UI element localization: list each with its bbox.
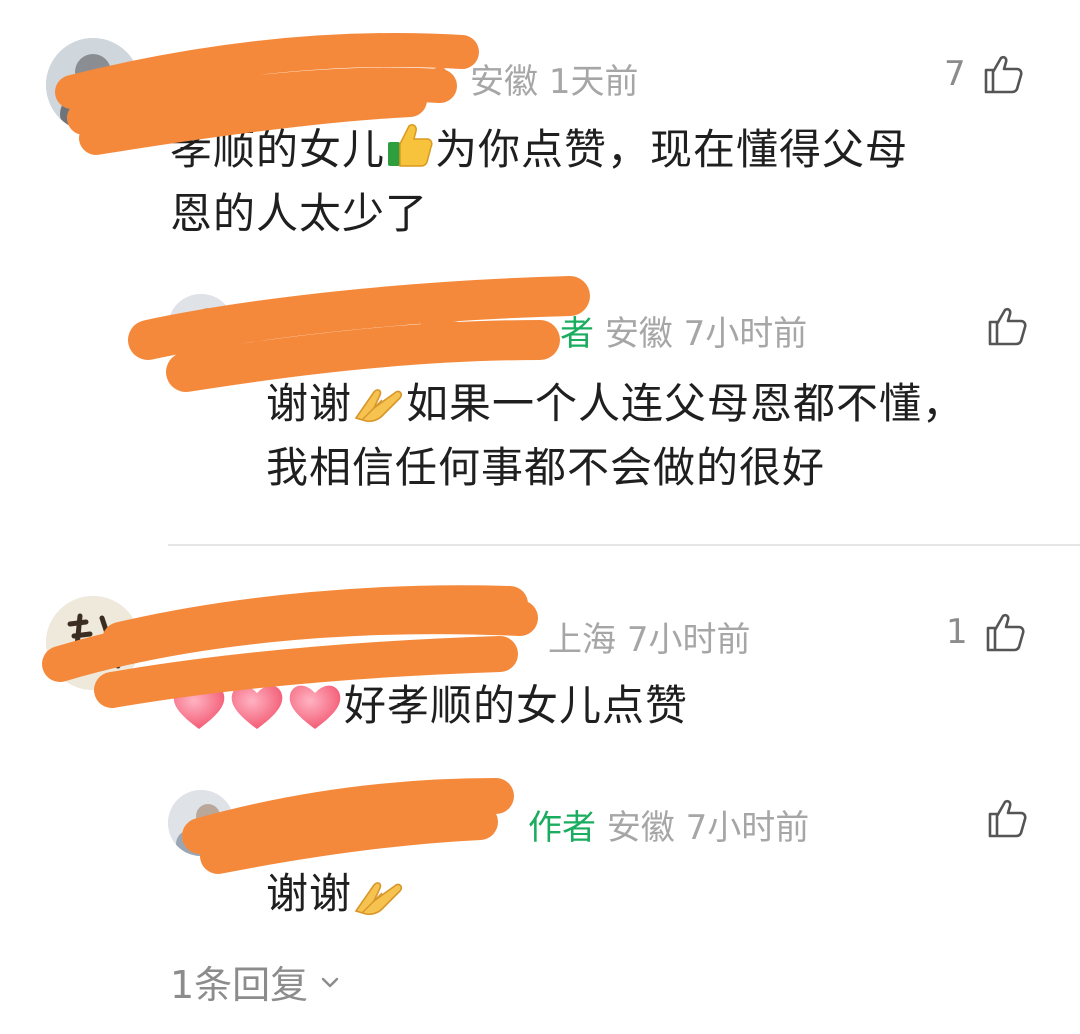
chevron-down-icon xyxy=(321,977,339,987)
thumbs-up-icon xyxy=(986,613,1025,652)
reply-text-part: 谢谢 xyxy=(266,379,353,428)
thumbs-up-icon[interactable] xyxy=(984,796,1028,840)
praying-hands-emoji xyxy=(354,882,403,916)
more-replies-label: 1条回复 xyxy=(170,963,309,1007)
avatar[interactable] xyxy=(46,596,140,690)
avatar[interactable] xyxy=(46,38,140,132)
like-count: 7 xyxy=(944,54,966,94)
reply-location: 安徽 xyxy=(604,314,673,354)
comment-text-part: 孝顺的女儿 xyxy=(170,125,386,174)
comment-meta: 安徽 1天前 xyxy=(470,54,638,103)
comment-text: 孝顺的女儿 为你点赞，现在懂得父母 恩的人太少了 xyxy=(170,118,1050,246)
comment-time: 1天前 xyxy=(548,62,639,102)
reply-text: 谢谢 如果一个人连父母恩都不懂， 我相信任何事都不会做的很好 xyxy=(266,372,1066,500)
reply-location: 安徽 xyxy=(606,808,675,848)
comment-meta: 上海 7小时前 xyxy=(548,612,750,661)
comment-text-part: 恩的人太少了 xyxy=(170,189,429,238)
like-button[interactable]: 1 xyxy=(946,610,1026,654)
reply-time: 7小时前 xyxy=(685,808,810,848)
reply-text-part: 谢谢 xyxy=(266,869,353,918)
praying-hands-emoji xyxy=(354,389,403,423)
comment-text-part: 为你点赞，现在懂得父母 xyxy=(435,125,909,174)
reply-text-part: 我相信任何事都不会做的很好 xyxy=(266,443,826,492)
divider xyxy=(168,544,1080,546)
heart-emoji xyxy=(231,685,283,729)
comment-time: 7小时前 xyxy=(626,620,751,660)
comment-location: 安徽 xyxy=(470,62,538,102)
comment-text-part: 好孝顺的女儿点赞 xyxy=(344,681,689,730)
reply-time: 7小时前 xyxy=(683,314,808,354)
author-tag: 作者 xyxy=(528,808,596,848)
heart-emoji xyxy=(173,685,225,729)
reply-text-part: 如果一个人连父母恩都不懂， xyxy=(406,379,966,428)
thumbs-up-emoji xyxy=(388,124,433,167)
comment-text: 好孝顺的女儿点赞 xyxy=(170,674,688,738)
reply-meta: 者 安徽 7小时前 xyxy=(560,306,807,355)
author-tag: 者 xyxy=(560,314,594,354)
like-button[interactable]: 7 xyxy=(944,52,1024,96)
like-count: 1 xyxy=(946,612,968,652)
reply-avatar[interactable] xyxy=(168,294,234,360)
reply-text: 谢谢 xyxy=(266,862,406,926)
reply-avatar[interactable] xyxy=(168,790,234,856)
thumbs-up-icon[interactable] xyxy=(984,304,1028,348)
reply-meta: 作者 安徽 7小时前 xyxy=(528,800,809,849)
heart-emoji xyxy=(289,685,341,729)
comment-location: 上海 xyxy=(548,620,616,660)
thumbs-up-icon xyxy=(984,55,1023,94)
more-replies-button[interactable]: 1条回复 xyxy=(170,954,342,1009)
